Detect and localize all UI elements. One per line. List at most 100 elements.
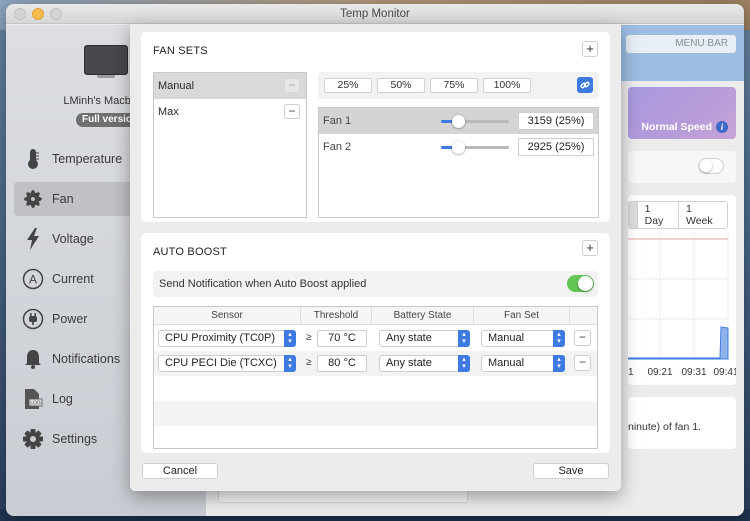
add-fan-set-button[interactable]: + xyxy=(582,41,598,57)
empty-table-row xyxy=(154,426,597,448)
sidebar-item-label: Power xyxy=(52,312,88,326)
threshold-field[interactable]: 70 °C xyxy=(317,330,367,347)
window-title: Temp Monitor xyxy=(340,8,410,20)
remove-fan-set-button[interactable]: − xyxy=(284,78,300,93)
operator-label: ≥ xyxy=(306,357,312,368)
ampere-icon: A xyxy=(22,268,44,290)
close-window-button[interactable] xyxy=(14,8,26,20)
table-row: CPU Proximity (TC0P) ▴ ▾ ≥ 70 °C Any stat… xyxy=(154,326,597,351)
column-header-actions xyxy=(570,307,597,325)
speed-label: Normal Speed xyxy=(641,121,712,133)
chevron-up-down-icon: ▴ ▾ xyxy=(553,330,565,347)
x-tick-label: 09:41 xyxy=(713,367,736,378)
preset-bar: 25% 50% 75% 100% xyxy=(318,72,599,99)
fan-speed-field[interactable]: 3159 (25%) xyxy=(518,112,594,130)
preset-50-button[interactable]: 50% xyxy=(377,78,425,93)
power-plug-icon xyxy=(22,308,44,330)
sidebar-item-label: Voltage xyxy=(52,232,94,246)
preset-75-button[interactable]: 75% xyxy=(430,78,478,93)
sidebar-item-label: Fan xyxy=(52,192,74,206)
bell-icon xyxy=(22,348,44,370)
zoom-window-button[interactable] xyxy=(50,8,62,20)
fan-speed-card: Normal Speed i xyxy=(628,87,736,139)
fan-set-name: Manual xyxy=(158,80,195,92)
battery-state-select[interactable]: Any state ▴ ▾ xyxy=(379,355,470,372)
column-header-sensor[interactable]: Sensor xyxy=(154,307,301,325)
battery-state-value: Any state xyxy=(386,332,432,344)
fan-chart: 1 09:21 09:31 09:41 xyxy=(628,233,736,378)
sensor-value: CPU Proximity (TC0P) xyxy=(165,332,276,344)
battery-state-select[interactable]: Any state ▴ ▾ xyxy=(379,330,470,347)
threshold-field[interactable]: 80 °C xyxy=(317,355,367,372)
fan-row[interactable]: Fan 1 3159 (25%) xyxy=(319,108,598,134)
fan-set-list: Manual − Max − xyxy=(153,72,307,218)
sensor-select[interactable]: CPU PECI Die (TCXC) ▴ ▾ xyxy=(158,355,296,372)
link-fans-button[interactable] xyxy=(577,77,593,93)
slider-thumb[interactable] xyxy=(452,141,465,154)
fan-set-item-manual[interactable]: Manual − xyxy=(154,73,306,99)
preset-100-button[interactable]: 100% xyxy=(483,78,531,93)
fan-set-select[interactable]: Manual ▴ ▾ xyxy=(481,330,565,347)
fan-set-select[interactable]: Manual ▴ ▾ xyxy=(481,355,565,372)
fan-list: Fan 1 3159 (25%) Fan 2 2925 (25%) xyxy=(318,107,599,218)
info-icon[interactable]: i xyxy=(716,121,728,133)
sensor-select[interactable]: CPU Proximity (TC0P) ▴ ▾ xyxy=(158,330,296,347)
x-tick-label: 09:21 xyxy=(647,367,672,378)
fan-set-value: Manual xyxy=(488,357,525,369)
fan-speed-slider[interactable] xyxy=(441,141,509,154)
fan-settings-sheet: FAN SETS + Manual − Max − 25% 50% 75% 10… xyxy=(130,24,621,491)
link-icon xyxy=(580,81,590,89)
fan-set-value: Manual xyxy=(488,332,525,344)
fan-speed-area xyxy=(628,326,729,360)
chevron-up-down-icon: ▴ ▾ xyxy=(458,355,470,372)
window-controls xyxy=(14,8,62,20)
save-button[interactable]: Save xyxy=(533,463,609,479)
fan-set-item-max[interactable]: Max − xyxy=(154,99,306,125)
remove-fan-set-button[interactable]: − xyxy=(284,104,300,119)
chevron-up-down-icon: ▴ ▾ xyxy=(553,355,565,372)
minimize-window-button[interactable] xyxy=(32,8,44,20)
sidebar-item-label: Log xyxy=(52,392,73,406)
remove-rule-button[interactable]: − xyxy=(574,330,591,346)
fan-sets-panel: FAN SETS + Manual − Max − 25% 50% 75% 10… xyxy=(141,32,610,222)
menu-bar-field[interactable]: MENU BAR xyxy=(626,35,736,53)
fan-sets-title: FAN SETS xyxy=(153,45,208,57)
description-card: ninute) of fan 1. xyxy=(628,397,736,449)
column-header-threshold[interactable]: Threshold xyxy=(301,307,372,325)
preset-25-button[interactable]: 25% xyxy=(324,78,372,93)
setting-toggle[interactable] xyxy=(698,158,724,174)
notification-setting-row: Send Notification when Auto Boost applie… xyxy=(153,271,598,297)
auto-boost-rules-table: Sensor Threshold Battery State Fan Set C… xyxy=(153,306,598,449)
column-header-fan-set[interactable]: Fan Set xyxy=(474,307,570,325)
chevron-up-down-icon: ▴ ▾ xyxy=(284,330,296,347)
chevron-up-down-icon: ▴ ▾ xyxy=(458,330,470,347)
add-auto-boost-rule-button[interactable]: + xyxy=(582,240,598,256)
table-header: Sensor Threshold Battery State Fan Set xyxy=(154,307,597,325)
operator-label: ≥ xyxy=(306,332,312,343)
fan-row[interactable]: Fan 2 2925 (25%) xyxy=(319,134,598,160)
auto-boost-title: AUTO BOOST xyxy=(153,246,227,258)
setting-toggle-card xyxy=(628,151,736,183)
notification-toggle[interactable] xyxy=(567,275,594,292)
notification-label: Send Notification when Auto Boost applie… xyxy=(159,278,367,290)
fan-name: Fan 1 xyxy=(323,115,352,127)
log-file-icon: LOG xyxy=(22,388,44,410)
table-row: CPU PECI Die (TCXC) ▴ ▾ ≥ 80 °C Any state… xyxy=(154,351,597,376)
fan-chart-card: 1 Day 1 Week 1 09:21 09:31 09:41 xyxy=(628,195,736,385)
fan-icon xyxy=(22,188,44,210)
fan-speed-field[interactable]: 2925 (25%) xyxy=(518,138,594,156)
empty-table-row xyxy=(154,401,597,426)
fan-speed-slider[interactable] xyxy=(441,115,509,128)
chevron-up-down-icon: ▴ ▾ xyxy=(284,355,296,372)
empty-table-row xyxy=(154,376,597,401)
laptop-icon xyxy=(84,45,128,78)
title-bar: Temp Monitor xyxy=(6,4,744,24)
description-text: ninute) of fan 1. xyxy=(628,421,701,433)
sensor-value: CPU PECI Die (TCXC) xyxy=(165,357,277,369)
slider-thumb[interactable] xyxy=(452,115,465,128)
column-header-battery-state[interactable]: Battery State xyxy=(372,307,474,325)
lightning-bolt-icon xyxy=(22,228,44,250)
cancel-button[interactable]: Cancel xyxy=(142,463,218,479)
x-tick-label: 1 xyxy=(628,367,634,378)
remove-rule-button[interactable]: − xyxy=(574,355,591,371)
